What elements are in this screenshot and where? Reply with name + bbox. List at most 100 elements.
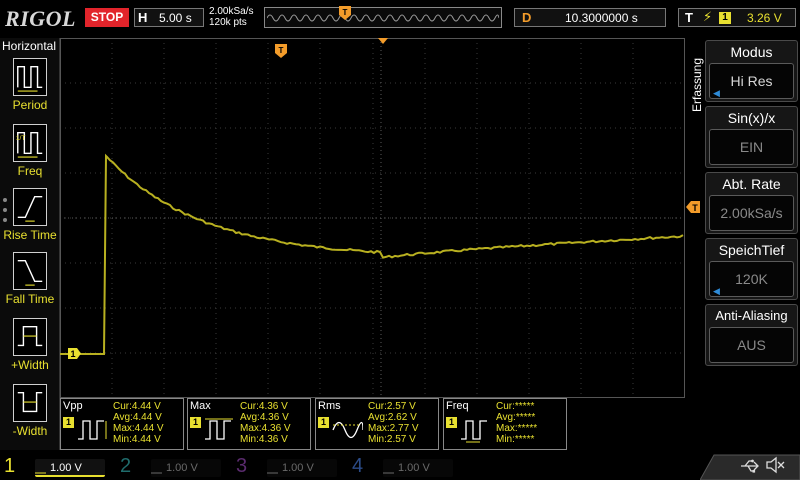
acquire-mode-button[interactable]: Modus ◀ Hi Res — [705, 40, 798, 102]
fall-time-icon — [13, 252, 47, 290]
dc-coupling-icon: ⎽ — [151, 462, 162, 474]
channel-2-scale: ⎽ 1.00 V — [151, 459, 221, 477]
measurement-values: Cur:4.36 V Avg:4.36 V Max:4.36 V Min:4.3… — [240, 401, 291, 445]
channel-2-number: 2 — [120, 455, 132, 477]
measurement-max[interactable]: Max 1 Cur:4.36 V Avg:4.36 V Max:4.36 V M… — [187, 398, 311, 450]
measure-period-button[interactable]: Period — [0, 58, 60, 118]
channel-4-scale: ⎽ 1.00 V — [383, 459, 453, 477]
channel-3-tab[interactable]: 3 ⎽ 1.00 V — [232, 451, 348, 480]
horizontal-label: H — [138, 10, 148, 25]
sample-rate-label: Abt. Rate — [722, 176, 781, 192]
memory-waveform-icon — [267, 14, 499, 22]
measurement-name: Vpp — [63, 400, 83, 412]
freq-label: Freq — [17, 164, 43, 178]
dc-coupling-icon: ⎽ — [267, 462, 278, 474]
memory-trigger-marker-icon: T — [339, 6, 351, 20]
measurement-values: Cur:4.44 V Avg:4.44 V Max:4.44 V Min:4.4… — [113, 401, 164, 445]
memory-depth-button[interactable]: SpeichTief ◀ 120K — [705, 238, 798, 300]
channel-bar: 1 ⎽ 1.00 V 2 ⎽ 1.00 V 3 ⎽ 1.00 V 4 ⎽ 1.00 V — [0, 450, 800, 480]
ch1-waveform-trace — [60, 153, 684, 355]
anti-aliasing-button[interactable]: Anti-Aliasing AUS — [705, 304, 798, 366]
period-label: Period — [12, 98, 48, 112]
dc-coupling-icon: ⎽ — [35, 462, 46, 474]
speaker-muted-icon[interactable] — [765, 456, 785, 474]
waveform-display[interactable]: T 1 — [60, 38, 685, 398]
channel-4-tab[interactable]: 4 ⎽ 1.00 V — [348, 451, 464, 480]
measure-plus-width-button[interactable]: +Width — [0, 318, 60, 378]
horizontal-delay-box[interactable]: D 10.3000000 s — [514, 8, 666, 27]
sample-rate-value: 2.00kSa/s — [709, 195, 794, 231]
trigger-position-marker-icon[interactable]: T — [275, 44, 287, 58]
acquire-mode-value: ◀ Hi Res — [709, 63, 794, 99]
acquire-mode-label: Modus — [730, 44, 773, 60]
memory-overview-bar[interactable] — [264, 7, 502, 28]
trigger-level-value: 3.26 V — [747, 11, 782, 25]
anti-aliasing-value: AUS — [709, 327, 794, 363]
delay-label: D — [522, 10, 532, 25]
channel-1-scale: ⎽ 1.00 V — [35, 459, 105, 477]
select-arrow-icon: ◀ — [713, 88, 720, 98]
memory-points: 120k pts — [209, 17, 247, 28]
channel-1-tab[interactable]: 1 ⎽ 1.00 V — [0, 451, 116, 480]
run-stop-status[interactable]: STOP — [85, 8, 129, 27]
dc-coupling-icon: ⎽ — [383, 462, 394, 474]
trigger-level-letter: T — [692, 203, 698, 213]
trigger-settings-box[interactable]: T ⚡ 1 3.26 V — [678, 8, 796, 27]
sinx-interpolation-button[interactable]: Sin(x)/x EIN — [705, 106, 798, 168]
sample-rate-button[interactable]: Abt. Rate 2.00kSa/s — [705, 172, 798, 234]
measure-minus-width-button[interactable]: -Width — [0, 384, 60, 444]
ch1-ground-marker-icon[interactable]: 1 — [68, 348, 81, 359]
channel-3-scale: ⎽ 1.00 V — [267, 459, 337, 477]
channel-4-number: 4 — [352, 455, 364, 477]
measurement-channel: 1 — [446, 417, 457, 428]
trigger-label: T — [685, 10, 693, 25]
acquire-section-label: Erfassung — [690, 58, 704, 112]
anti-aliasing-label: Anti-Aliasing — [715, 308, 788, 323]
frequency-icon — [461, 420, 487, 443]
vpp-icon — [78, 420, 107, 440]
acquire-menu: Erfassung Modus ◀ Hi Res Sin(x)/x EIN Ab… — [687, 38, 800, 450]
horizontal-timebase-box[interactable]: H 5.00 s — [134, 8, 204, 27]
svg-text:1/T: 1/T — [16, 135, 26, 142]
measurement-vpp[interactable]: Vpp 1 Cur:4.44 V Avg:4.44 V Max:4.44 V M… — [60, 398, 184, 450]
fall-time-label: Fall Time — [5, 292, 55, 306]
measurement-name: Rms — [318, 400, 341, 412]
rise-time-icon — [13, 188, 47, 226]
period-icon — [13, 58, 47, 96]
trigger-source-channel: 1 — [719, 12, 731, 24]
horizontal-measure-menu: Horizontal Period 1/T Freq Rise Time Fal… — [0, 38, 60, 450]
sinx-label: Sin(x)/x — [727, 110, 776, 126]
measure-freq-button[interactable]: 1/T Freq — [0, 124, 60, 184]
menu-title: Horizontal — [2, 39, 57, 53]
plus-width-label: +Width — [11, 358, 49, 372]
edge-trigger-icon: ⚡ — [703, 9, 713, 24]
oscilloscope-screen: RIGOL STOP H 5.00 s 2.00kSa/s 120k pts T… — [0, 0, 800, 480]
measurement-freq[interactable]: Freq 1 Cur:***** Avg:***** Max:***** Min… — [443, 398, 567, 450]
timebase-scale: 5.00 s — [159, 11, 192, 25]
memory-depth-text: 120K — [735, 271, 768, 287]
measurement-name: Max — [190, 400, 211, 412]
select-arrow-icon: ◀ — [713, 286, 720, 296]
measurement-channel: 1 — [190, 417, 201, 428]
measurement-channel: 1 — [318, 417, 329, 428]
sample-info: 2.00kSa/s 120k pts — [209, 6, 253, 28]
measure-fall-time-button[interactable]: Fall Time — [0, 252, 60, 312]
measurement-values: Cur:2.57 V Avg:2.62 V Max:2.77 V Min:2.5… — [368, 401, 419, 445]
channel-3-scale-text: 1.00 V — [282, 462, 314, 474]
acquire-mode-text: Hi Res — [730, 73, 773, 89]
measure-rise-time-button[interactable]: Rise Time — [0, 188, 60, 248]
center-position-marker-icon — [378, 38, 388, 44]
waveform-grid — [60, 38, 685, 398]
sinx-value: EIN — [709, 129, 794, 165]
channel-1-scale-text: 1.00 V — [50, 462, 82, 474]
channel-2-tab[interactable]: 2 ⎽ 1.00 V — [116, 451, 232, 480]
rise-time-label: Rise Time — [3, 228, 57, 242]
ch1-marker-number: 1 — [70, 349, 75, 359]
minus-width-label: -Width — [12, 424, 48, 438]
positive-width-icon — [13, 318, 47, 356]
usb-icon[interactable] — [740, 458, 760, 474]
brand-logo: RIGOL — [5, 6, 76, 31]
trigger-level-marker-icon[interactable]: T — [686, 201, 700, 213]
measurement-name: Freq — [446, 400, 469, 412]
measurement-rms[interactable]: Rms 1 Cur:2.57 V Avg:2.62 V Max:2.77 V M… — [315, 398, 439, 450]
